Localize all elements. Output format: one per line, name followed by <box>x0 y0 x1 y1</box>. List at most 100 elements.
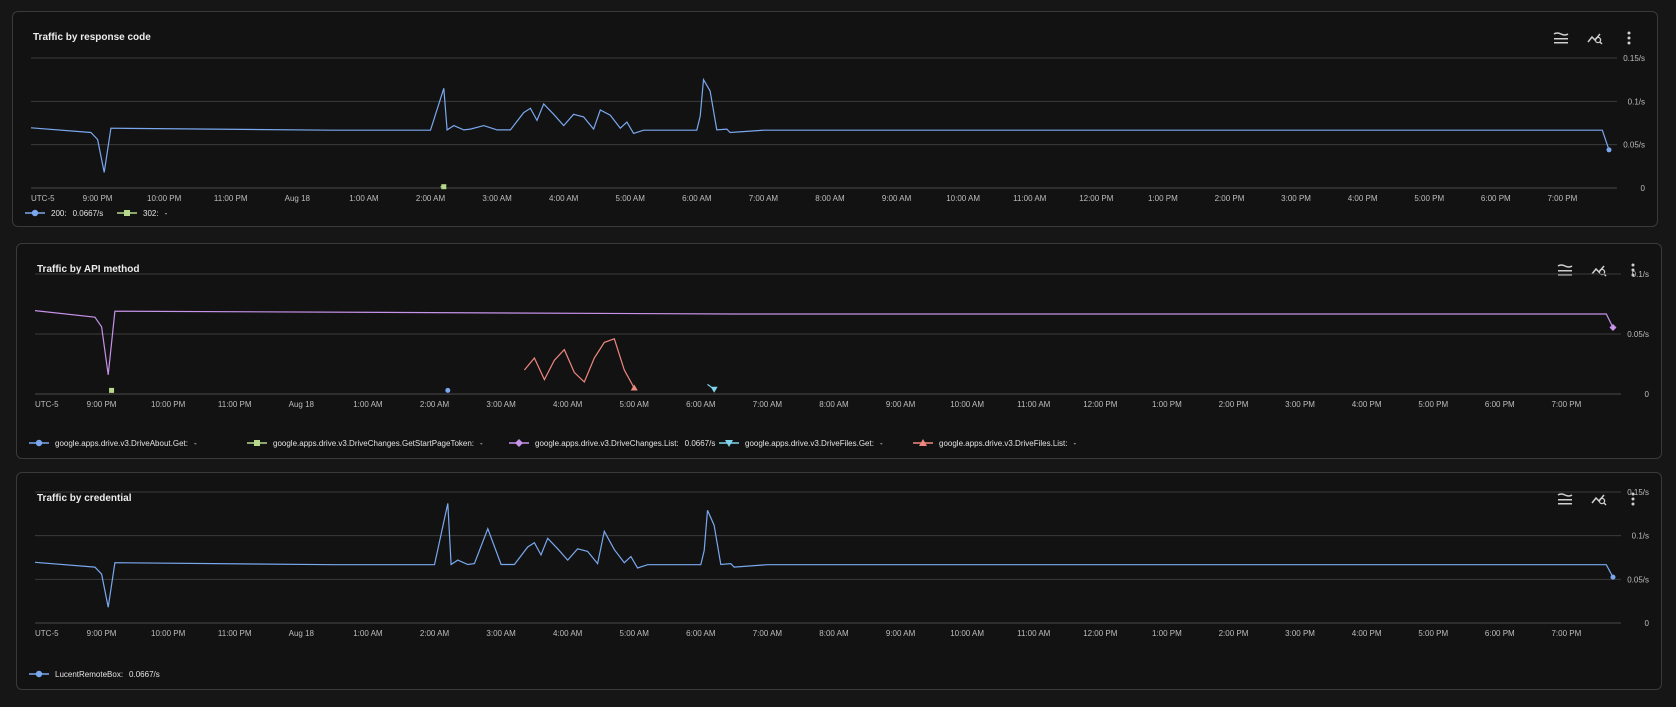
x-tick-label: 6:00 AM <box>686 629 716 638</box>
y-tick-label: 0.1/s <box>1628 97 1645 106</box>
x-tick-label: 9:00 PM <box>87 400 117 409</box>
legend-value: 0.0667/s <box>684 438 716 448</box>
legend-marker-icon <box>117 210 137 216</box>
legend-item-google-apps-drive-v3-drivefiles-get[interactable]: google.apps.drive.v3.DriveFiles.Get: - <box>719 438 883 448</box>
legend-value: - <box>193 438 197 448</box>
chart-legend: LucentRemoteBox: 0.0667/s <box>29 669 1629 683</box>
x-tick-label: 5:00 AM <box>620 629 650 638</box>
y-tick-label: 0 <box>1645 619 1650 628</box>
x-tick-label: 9:00 PM <box>83 194 113 203</box>
legend-item-google-apps-drive-v3-drivechanges-getstartpagetoken[interactable]: google.apps.drive.v3.DriveChanges.GetSta… <box>247 438 483 448</box>
legend-marker-icon <box>913 439 933 446</box>
series-point-google-apps-drive-v3-drivechanges-getstartpagetoken <box>109 387 115 393</box>
series-point-google-apps-drive-v3-driveabout-get <box>445 387 451 393</box>
chart-plot-area[interactable]: 0 0.05/s 0.1/s 0.15/s UTC-5 9:00 PM 10:00 PM 11… <box>13 12 1659 228</box>
chart-legend: 200: 0.0667/s 302: - <box>25 208 1625 222</box>
x-tick-label: 1:00 PM <box>1148 194 1178 203</box>
legend-item-google-apps-drive-v3-drivechanges-list[interactable]: google.apps.drive.v3.DriveChanges.List: 0… <box>509 438 715 448</box>
chart-plot-area[interactable]: 0 0.05/s 0.1/s UTC-5 9:00 PM 10:00 PM 11:00 PM… <box>17 244 1663 460</box>
legend-label: LucentRemoteBox: <box>55 669 124 679</box>
x-tick-label: 5:00 PM <box>1418 400 1448 409</box>
y-tick-label: 0 <box>1641 184 1646 193</box>
x-tick-label: 12:00 PM <box>1083 629 1118 638</box>
x-tick-label: 7:00 PM <box>1547 194 1577 203</box>
x-tick-label: 2:00 AM <box>416 194 446 203</box>
legend-item-lucentremotebox[interactable]: LucentRemoteBox: 0.0667/s <box>29 669 160 679</box>
series-point-google-apps-drive-v3-drivechanges-list <box>1609 324 1617 332</box>
y-tick-label: 0.05/s <box>1627 575 1649 584</box>
x-tick-label: 11:00 AM <box>1017 629 1051 638</box>
x-tick-label: Aug 18 <box>285 194 311 203</box>
x-tick-label: 10:00 AM <box>950 629 984 638</box>
legend-marker-icon <box>509 439 529 447</box>
x-tick-label: 4:00 AM <box>549 194 579 203</box>
legend-value: 0.0667/s <box>72 208 104 218</box>
legend-item-google-apps-drive-v3-drivefiles-list[interactable]: google.apps.drive.v3.DriveFiles.List: - <box>913 438 1076 448</box>
legend-item-302[interactable]: 302: - <box>117 208 167 218</box>
legend-value: - <box>1073 438 1077 448</box>
y-tick-label: 0.1/s <box>1632 270 1649 279</box>
series-point-google-apps-drive-v3-drivefiles-get <box>710 386 718 393</box>
x-tick-label: 1:00 AM <box>349 194 379 203</box>
x-tick-label: 8:00 AM <box>819 400 849 409</box>
x-tick-label: 6:00 PM <box>1481 194 1511 203</box>
series-point-google-apps-drive-v3-drivefiles-list <box>630 384 638 391</box>
legend-value: 0.0667/s <box>129 669 160 679</box>
x-tick-label: 4:00 AM <box>553 629 583 638</box>
x-tick-label: 7:00 AM <box>753 400 783 409</box>
x-tick-label: 10:00 PM <box>151 400 186 409</box>
x-tick-label: 9:00 AM <box>886 629 916 638</box>
x-tick-label: 12:00 PM <box>1079 194 1114 203</box>
x-tick-label: 9:00 PM <box>87 629 117 638</box>
x-tick-label: 9:00 AM <box>886 400 916 409</box>
legend-item-200[interactable]: 200: 0.0667/s <box>25 208 103 218</box>
x-tick-label: 10:00 AM <box>950 400 984 409</box>
x-tick-label: 1:00 PM <box>1152 400 1182 409</box>
x-tick-label: 11:00 AM <box>1017 400 1051 409</box>
x-tick-label: Aug 18 <box>289 629 315 638</box>
x-tick-label: 3:00 PM <box>1281 194 1311 203</box>
x-tick-label: 3:00 PM <box>1285 400 1315 409</box>
legend-label: google.apps.drive.v3.DriveAbout.Get: <box>55 438 188 448</box>
legend-label: google.apps.drive.v3.DriveFiles.List: <box>939 438 1068 448</box>
chart-card-credential: Traffic by credential 0 0.05/s 0.1/s 0.15/s… <box>16 472 1662 690</box>
legend-label: google.apps.drive.v3.DriveChanges.GetSta… <box>273 438 475 448</box>
y-tick-label: 0.15/s <box>1623 54 1645 63</box>
x-tick-label: 1:00 PM <box>1152 629 1182 638</box>
x-tick-label: 2:00 PM <box>1215 194 1245 203</box>
legend-marker-icon <box>25 209 45 217</box>
series-point-302 <box>441 184 447 190</box>
x-tick-label: 3:00 AM <box>486 629 516 638</box>
legend-label: 200: <box>51 208 67 218</box>
x-tick-label: 3:00 PM <box>1285 629 1315 638</box>
x-tick-label: 11:00 PM <box>218 629 252 638</box>
x-tick-label: 2:00 PM <box>1219 400 1249 409</box>
series-line-lucentremotebox <box>34 503 1614 608</box>
legend-label: 302: <box>143 208 159 218</box>
chart-card-api-method: Traffic by API method 0 0.05/s 0.1/s UTC-5 9… <box>16 243 1662 459</box>
chart-plot-area[interactable]: 0 0.05/s 0.1/s 0.15/s UTC-5 9:00 PM 10:00 PM 11… <box>17 473 1663 691</box>
y-tick-label: 0.05/s <box>1627 330 1649 339</box>
series-line-google-apps-drive-v3-drivefiles-list <box>523 338 635 389</box>
x-tick-label: 7:00 AM <box>753 629 783 638</box>
legend-marker-icon <box>247 440 267 446</box>
x-tick-label: 7:00 PM <box>1551 629 1581 638</box>
x-tick-label: 3:00 AM <box>486 400 516 409</box>
x-tick-label: Aug 18 <box>289 400 315 409</box>
legend-marker-icon <box>29 670 49 678</box>
x-tick-label: 8:00 AM <box>815 194 845 203</box>
legend-item-google-apps-drive-v3-driveabout-get[interactable]: google.apps.drive.v3.DriveAbout.Get: - <box>29 438 197 448</box>
x-tick-label: 10:00 AM <box>946 194 980 203</box>
legend-value: - <box>879 438 883 448</box>
legend-marker-icon <box>719 440 739 447</box>
x-tick-label: 2:00 AM <box>420 400 450 409</box>
x-tick-label: 10:00 PM <box>151 629 186 638</box>
legend-label: google.apps.drive.v3.DriveChanges.List: <box>535 438 679 448</box>
y-tick-label: 0.05/s <box>1623 141 1645 150</box>
x-tick-label: 4:00 PM <box>1352 629 1382 638</box>
legend-value: - <box>164 208 168 218</box>
x-tick-label: UTC-5 <box>35 629 59 638</box>
x-tick-label: 11:00 PM <box>218 400 252 409</box>
x-tick-label: 7:00 AM <box>749 194 779 203</box>
x-tick-label: 4:00 AM <box>553 400 583 409</box>
